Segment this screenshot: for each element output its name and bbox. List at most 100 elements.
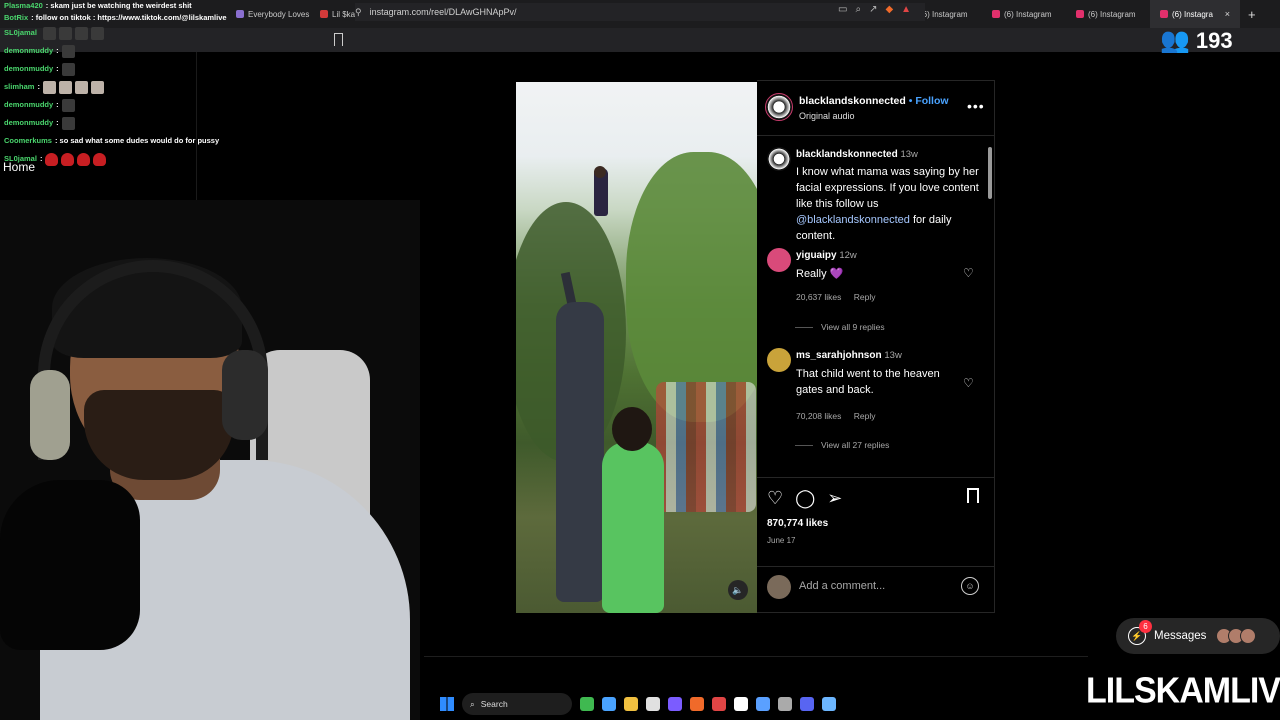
search-icon: ⌕ xyxy=(470,698,475,709)
caption-body: I know what mama was saying by her facia… xyxy=(796,166,979,210)
caption-avatar[interactable] xyxy=(767,147,791,171)
zoom-icon[interactable]: ⌕ xyxy=(855,4,861,15)
taskbar-app-icon[interactable] xyxy=(646,697,660,711)
taskbar-divider xyxy=(424,656,1088,657)
author-name[interactable]: blacklandskonnected xyxy=(799,95,906,107)
chat-text: : xyxy=(37,82,40,91)
chat-emote-icon xyxy=(90,26,104,40)
reply-button[interactable]: Reply xyxy=(854,292,876,302)
comment-author-line: ms_sarahjohnson 13w xyxy=(796,350,902,361)
chat-message: demonmuddy: xyxy=(4,60,264,78)
save-icon[interactable] xyxy=(967,488,979,503)
windows-start-icon[interactable] xyxy=(440,697,454,711)
taskbar-app-icon[interactable] xyxy=(734,697,748,711)
url-text[interactable]: instagram.com/reel/DLAwGHNApPv/ xyxy=(370,7,517,17)
stream-watermark: LILSKAMLIVE xyxy=(1086,671,1280,711)
like-count[interactable]: 870,774 likes xyxy=(767,518,828,529)
chat-user[interactable]: Plasma420 xyxy=(4,0,43,12)
chat-user[interactable]: demonmuddy xyxy=(4,117,53,129)
chat-text: : skam just be watching the weirdest shi… xyxy=(45,1,192,10)
taskbar-app-icon[interactable] xyxy=(800,697,814,711)
chat-emote-icon xyxy=(74,26,88,40)
view-replies-label[interactable]: View all 9 replies xyxy=(821,322,885,332)
taskbar-app-icon[interactable] xyxy=(712,697,726,711)
caption-author[interactable]: blacklandskonnected xyxy=(796,149,898,160)
cast-icon[interactable]: ▭ xyxy=(838,4,847,15)
taskbar-app-icon[interactable] xyxy=(756,697,770,711)
chat-text: : xyxy=(56,46,59,55)
chat-user[interactable]: SL0jamal xyxy=(4,27,37,39)
taskbar-app-icon[interactable] xyxy=(822,697,836,711)
chat-user[interactable]: SL0jamal xyxy=(4,153,37,165)
add-comment-bar: Add a comment... ☺ xyxy=(757,566,995,606)
comment-author[interactable]: ms_sarahjohnson xyxy=(796,350,882,361)
comment-author[interactable]: yiguaipy xyxy=(796,250,837,261)
view-replies[interactable]: View all 9 replies xyxy=(795,322,885,332)
chat-message: Coomerkums: so sad what some dudes would… xyxy=(4,132,264,150)
tab-active[interactable]: (6) Instagra × xyxy=(1150,0,1240,28)
emoji-icon[interactable]: ☺ xyxy=(961,577,979,595)
rewards-icon[interactable]: ▲ xyxy=(901,4,911,15)
taskbar-search[interactable]: ⌕ Search xyxy=(462,693,572,715)
new-tab-button[interactable]: + xyxy=(1240,7,1264,22)
share-icon[interactable]: ↗ xyxy=(869,4,877,15)
close-tab-icon[interactable]: × xyxy=(1225,9,1230,19)
taskbar-app-icon[interactable] xyxy=(624,697,638,711)
view-replies[interactable]: View all 27 replies xyxy=(795,440,889,450)
headphone-cup-left xyxy=(30,370,70,460)
author-avatar[interactable] xyxy=(765,93,793,121)
comments-scrollbar[interactable] xyxy=(988,147,992,199)
share-icon[interactable]: ➢ xyxy=(827,488,842,509)
like-comment-icon[interactable]: ♡ xyxy=(963,376,974,390)
bookmark-icon[interactable] xyxy=(334,33,343,46)
chat-user[interactable]: demonmuddy xyxy=(4,45,53,57)
chat-user[interactable]: BotRix xyxy=(4,12,28,24)
address-bar-icons: ▭ ⌕ ↗ ◆ ▲ xyxy=(838,4,911,15)
chat-emote-icon xyxy=(77,152,91,166)
follow-button[interactable]: Follow xyxy=(915,95,948,107)
brave-shield-icon[interactable]: ◆ xyxy=(885,4,893,15)
like-icon[interactable]: ♡ xyxy=(767,488,783,509)
tab-label: (6) Instagram xyxy=(1004,9,1052,19)
taskbar-app-icon[interactable] xyxy=(778,697,792,711)
comment-likes[interactable]: 70,208 likes xyxy=(796,411,841,421)
caption-mention[interactable]: @blacklandskonnected xyxy=(796,214,910,226)
taskbar-app-icon[interactable] xyxy=(580,697,594,711)
video-child-head xyxy=(594,166,606,178)
tab[interactable]: (6) Instagram xyxy=(982,0,1066,28)
view-replies-label[interactable]: View all 27 replies xyxy=(821,440,889,450)
reel-video[interactable]: 🔈 xyxy=(516,82,757,613)
taskbar-app-icon[interactable] xyxy=(602,697,616,711)
comment-meta: 70,208 likes Reply xyxy=(796,411,885,421)
stream-chat: Plasma420: skam just be watching the wei… xyxy=(4,0,264,168)
like-comment-icon[interactable]: ♡ xyxy=(963,266,974,280)
chat-message: demonmuddy: xyxy=(4,96,264,114)
chat-message: slimham: xyxy=(4,78,264,96)
comment-likes[interactable]: 20,637 likes xyxy=(796,292,841,302)
tab[interactable]: (6) Instagram xyxy=(1066,0,1150,28)
chat-emote-icon xyxy=(61,62,75,76)
taskbar-app-icon[interactable] xyxy=(690,697,704,711)
add-comment-input[interactable]: Add a comment... xyxy=(799,580,885,592)
comment-avatar[interactable] xyxy=(767,248,791,272)
comment-icon[interactable]: ◯ xyxy=(795,488,815,509)
comment-avatar[interactable] xyxy=(767,348,791,372)
mute-icon[interactable]: 🔈 xyxy=(728,580,748,600)
chat-emote-icon xyxy=(93,152,107,166)
chat-user[interactable]: demonmuddy xyxy=(4,99,53,111)
post-header: blacklandskonnected • Follow Original au… xyxy=(757,81,995,136)
reply-button[interactable]: Reply xyxy=(854,411,876,421)
chat-message: BotRix: follow on tiktok : https://www.t… xyxy=(4,12,264,24)
chat-user[interactable]: demonmuddy xyxy=(4,63,53,75)
messages-button[interactable]: ⚡ 6 Messages xyxy=(1116,618,1280,654)
site-settings-icon[interactable]: ⚲ xyxy=(355,7,362,18)
chat-user[interactable]: Coomerkums xyxy=(4,135,52,147)
chat-user[interactable]: slimham xyxy=(4,81,34,93)
audio-label[interactable]: Original audio xyxy=(799,111,855,121)
more-options-icon[interactable]: ••• xyxy=(967,98,985,114)
taskbar-app-icon[interactable] xyxy=(668,697,682,711)
headphone-cup-right xyxy=(222,350,268,440)
replies-dash xyxy=(795,326,813,328)
chat-message: SL0jamal xyxy=(4,24,264,42)
chat-text: : so sad what some dudes would do for pu… xyxy=(54,136,220,145)
